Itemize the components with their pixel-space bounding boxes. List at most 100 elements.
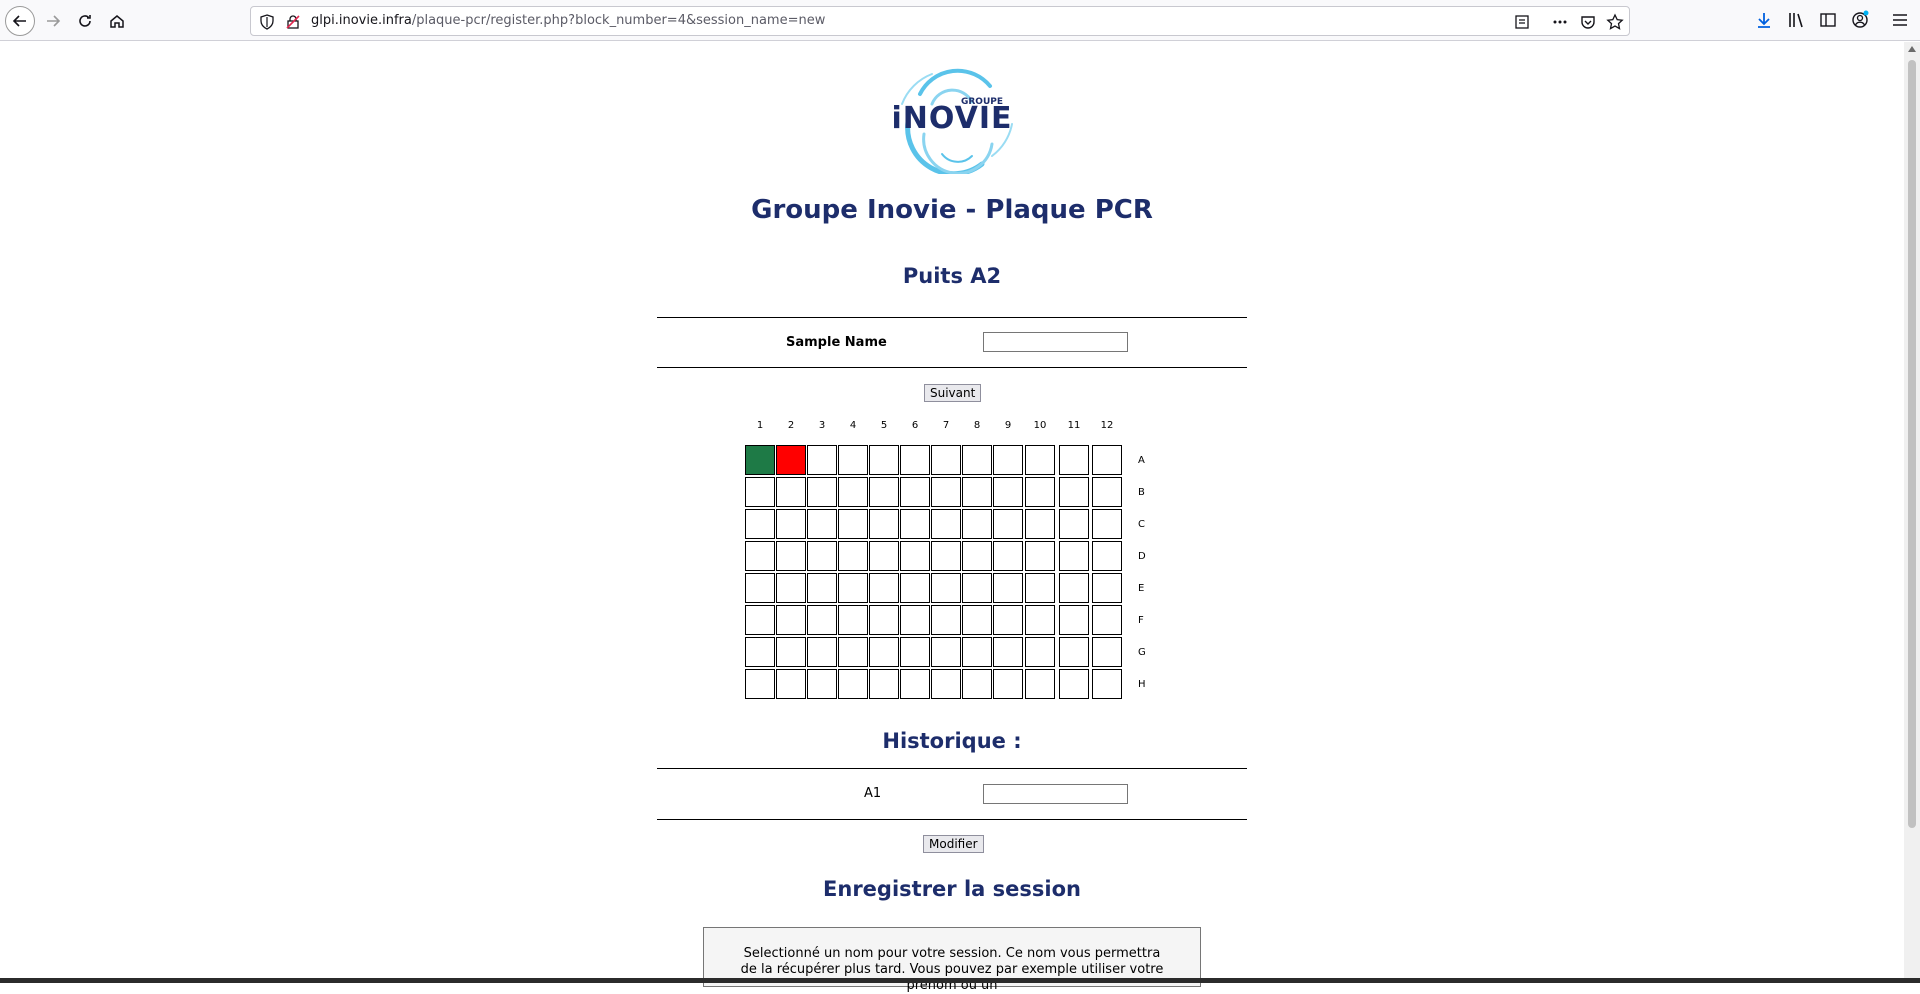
plate-well-F8[interactable]	[962, 605, 992, 635]
plate-well-C4[interactable]	[838, 509, 868, 539]
back-button[interactable]	[5, 6, 35, 36]
plate-well-A12[interactable]	[1092, 445, 1122, 475]
plate-well-E3[interactable]	[807, 573, 837, 603]
plate-well-F10[interactable]	[1025, 605, 1055, 635]
plate-well-H10[interactable]	[1025, 669, 1055, 699]
address-bar[interactable]: glpi.inovie.infra/plaque-pcr/register.ph…	[250, 6, 1630, 36]
plate-well-B2[interactable]	[776, 477, 806, 507]
more-actions-icon[interactable]	[1551, 13, 1569, 31]
plate-well-B3[interactable]	[807, 477, 837, 507]
plate-well-E8[interactable]	[962, 573, 992, 603]
plate-well-H11[interactable]	[1059, 669, 1089, 699]
reload-button[interactable]	[70, 6, 100, 36]
plate-well-F7[interactable]	[931, 605, 961, 635]
plate-well-G10[interactable]	[1025, 637, 1055, 667]
scroll-thumb[interactable]	[1908, 60, 1916, 828]
plate-well-D7[interactable]	[931, 541, 961, 571]
plate-well-H6[interactable]	[900, 669, 930, 699]
plate-well-B5[interactable]	[869, 477, 899, 507]
plate-well-D6[interactable]	[900, 541, 930, 571]
plate-well-B8[interactable]	[962, 477, 992, 507]
plate-well-D8[interactable]	[962, 541, 992, 571]
plate-well-G9[interactable]	[993, 637, 1023, 667]
pocket-icon[interactable]	[1579, 13, 1597, 31]
plate-well-F4[interactable]	[838, 605, 868, 635]
plate-well-F1[interactable]	[745, 605, 775, 635]
home-button[interactable]	[102, 6, 132, 36]
plate-well-C8[interactable]	[962, 509, 992, 539]
plate-well-G3[interactable]	[807, 637, 837, 667]
plate-well-E1[interactable]	[745, 573, 775, 603]
forward-button[interactable]	[38, 6, 68, 36]
history-value-input[interactable]	[983, 784, 1128, 804]
plate-well-D11[interactable]	[1059, 541, 1089, 571]
plate-well-B1[interactable]	[745, 477, 775, 507]
plate-well-F2[interactable]	[776, 605, 806, 635]
plate-well-A5[interactable]	[869, 445, 899, 475]
plate-well-H12[interactable]	[1092, 669, 1122, 699]
plate-well-B9[interactable]	[993, 477, 1023, 507]
plate-well-D1[interactable]	[745, 541, 775, 571]
plate-well-G5[interactable]	[869, 637, 899, 667]
plate-well-A10[interactable]	[1025, 445, 1055, 475]
scroll-up-arrow[interactable]	[1908, 46, 1916, 52]
plate-well-E12[interactable]	[1092, 573, 1122, 603]
plate-well-C12[interactable]	[1092, 509, 1122, 539]
plate-well-F6[interactable]	[900, 605, 930, 635]
plate-well-E5[interactable]	[869, 573, 899, 603]
plate-well-F3[interactable]	[807, 605, 837, 635]
plate-well-E9[interactable]	[993, 573, 1023, 603]
plate-well-A1[interactable]	[745, 445, 775, 475]
plate-well-D5[interactable]	[869, 541, 899, 571]
plate-well-H8[interactable]	[962, 669, 992, 699]
vertical-scrollbar[interactable]	[1904, 42, 1920, 978]
plate-well-E2[interactable]	[776, 573, 806, 603]
plate-well-G7[interactable]	[931, 637, 961, 667]
plate-well-B7[interactable]	[931, 477, 961, 507]
plate-well-B12[interactable]	[1092, 477, 1122, 507]
plate-well-C1[interactable]	[745, 509, 775, 539]
plate-well-G4[interactable]	[838, 637, 868, 667]
bookmark-star-icon[interactable]	[1606, 13, 1624, 31]
plate-well-E4[interactable]	[838, 573, 868, 603]
plate-well-A4[interactable]	[838, 445, 868, 475]
menu-icon[interactable]	[1890, 10, 1910, 30]
plate-well-A6[interactable]	[900, 445, 930, 475]
plate-well-H4[interactable]	[838, 669, 868, 699]
next-button[interactable]: Suivant	[924, 384, 982, 402]
url-text[interactable]: glpi.inovie.infra/plaque-pcr/register.ph…	[311, 13, 825, 28]
plate-well-B6[interactable]	[900, 477, 930, 507]
plate-well-G2[interactable]	[776, 637, 806, 667]
plate-well-G11[interactable]	[1059, 637, 1089, 667]
plate-well-E11[interactable]	[1059, 573, 1089, 603]
plate-well-A8[interactable]	[962, 445, 992, 475]
plate-well-C7[interactable]	[931, 509, 961, 539]
plate-well-G8[interactable]	[962, 637, 992, 667]
plate-well-D10[interactable]	[1025, 541, 1055, 571]
plate-well-D9[interactable]	[993, 541, 1023, 571]
plate-well-F9[interactable]	[993, 605, 1023, 635]
library-icon[interactable]	[1786, 10, 1806, 30]
plate-well-B4[interactable]	[838, 477, 868, 507]
plate-well-A9[interactable]	[993, 445, 1023, 475]
plate-well-A11[interactable]	[1059, 445, 1089, 475]
download-icon[interactable]	[1754, 10, 1774, 30]
plate-well-C3[interactable]	[807, 509, 837, 539]
plate-well-B10[interactable]	[1025, 477, 1055, 507]
plate-well-A3[interactable]	[807, 445, 837, 475]
plate-well-F12[interactable]	[1092, 605, 1122, 635]
plate-well-D12[interactable]	[1092, 541, 1122, 571]
plate-well-B11[interactable]	[1059, 477, 1089, 507]
shield-icon[interactable]	[259, 14, 275, 30]
plate-well-F5[interactable]	[869, 605, 899, 635]
reader-view-icon[interactable]	[1513, 13, 1531, 31]
plate-well-H5[interactable]	[869, 669, 899, 699]
insecure-lock-icon[interactable]	[285, 14, 301, 30]
plate-well-E10[interactable]	[1025, 573, 1055, 603]
plate-well-G6[interactable]	[900, 637, 930, 667]
plate-well-C2[interactable]	[776, 509, 806, 539]
modify-button[interactable]: Modifier	[923, 835, 984, 853]
plate-well-H2[interactable]	[776, 669, 806, 699]
plate-well-C11[interactable]	[1059, 509, 1089, 539]
plate-well-G12[interactable]	[1092, 637, 1122, 667]
